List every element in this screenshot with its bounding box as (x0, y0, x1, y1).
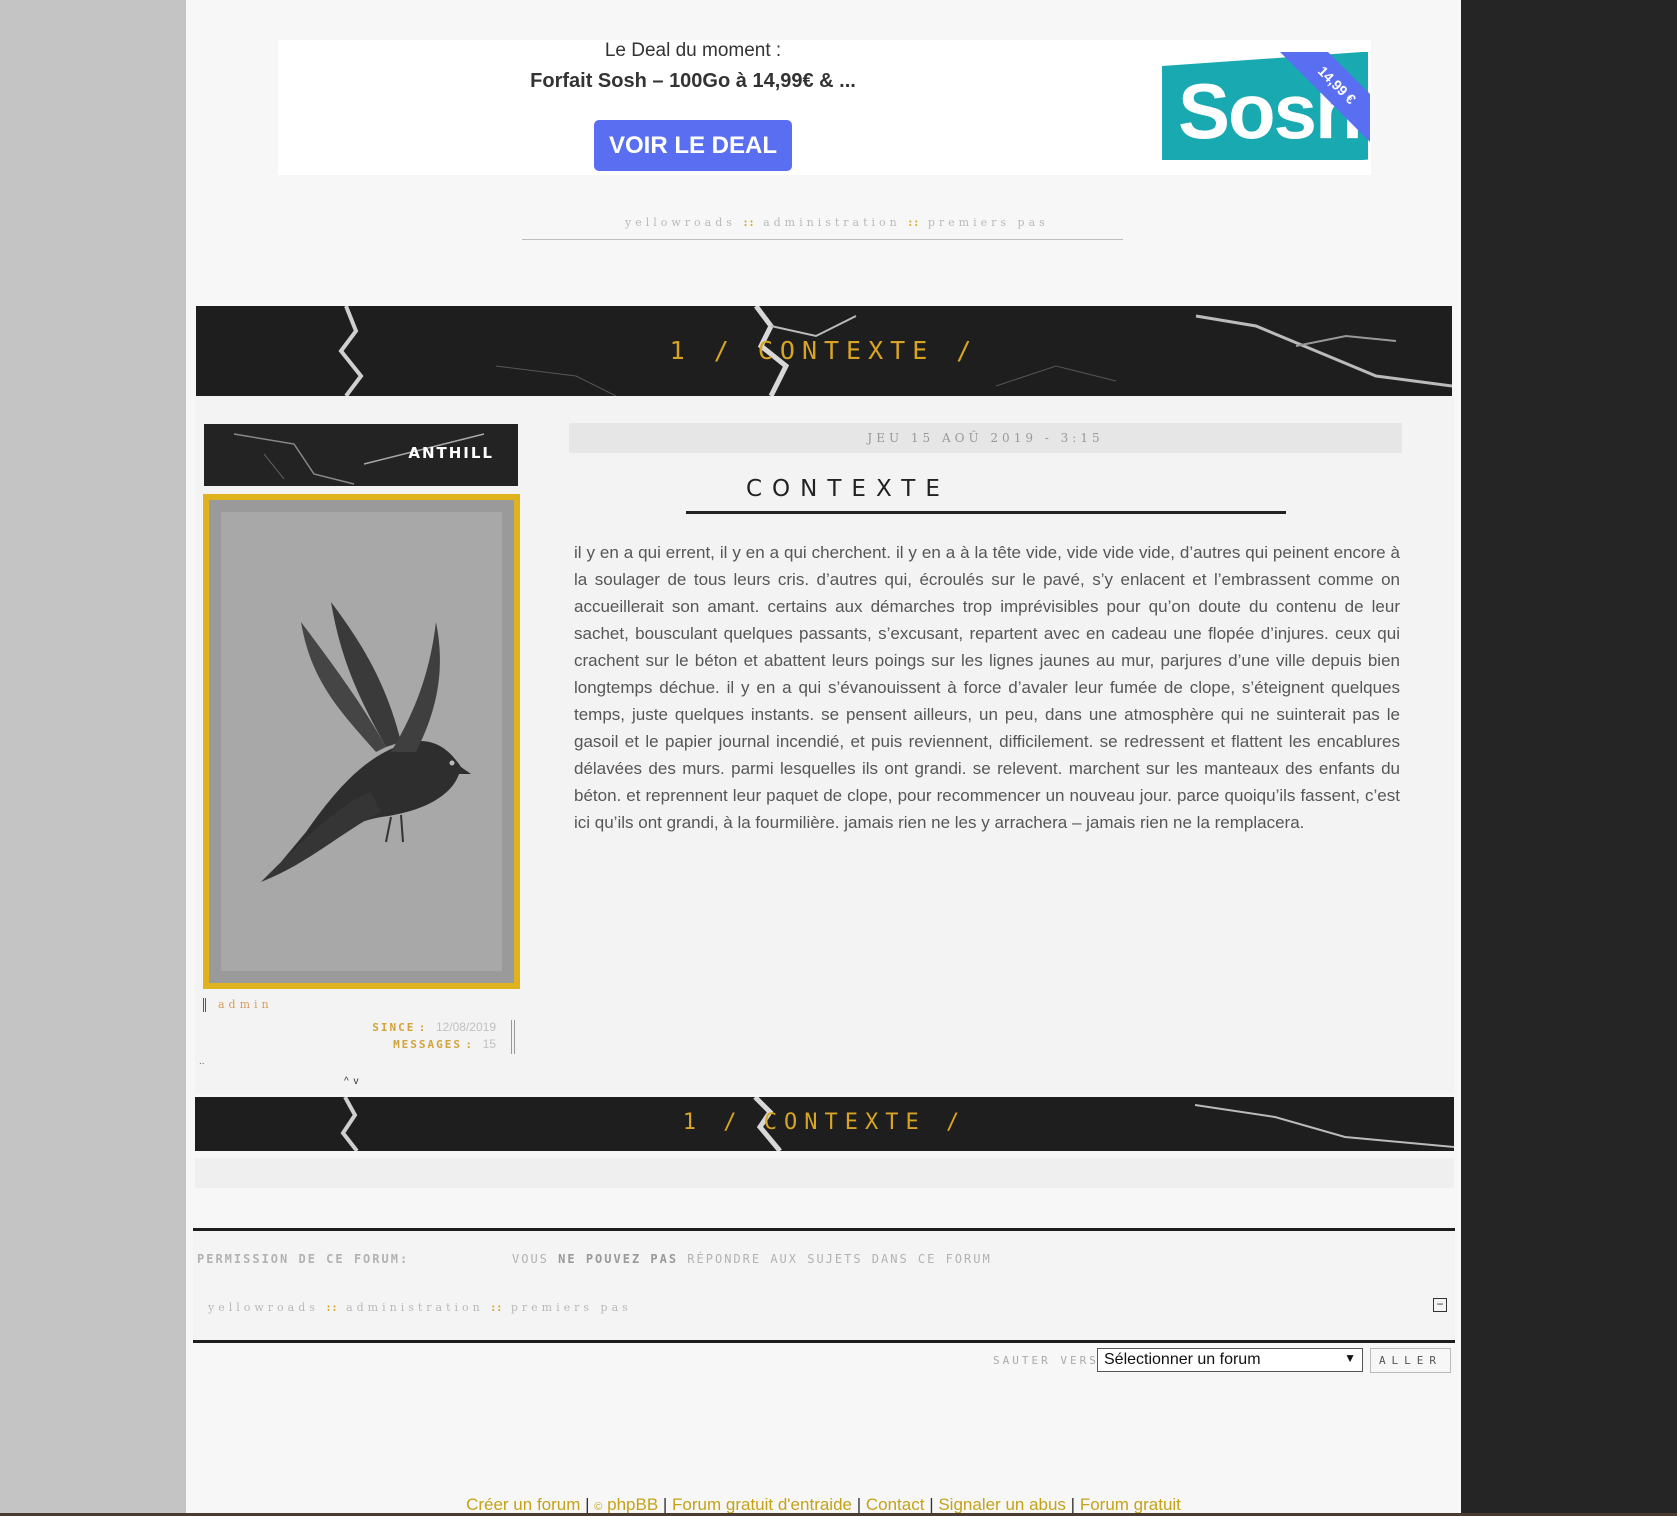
footer-help-forum[interactable]: Forum gratuit d'entraide (672, 1495, 852, 1514)
bird-icon (261, 602, 471, 882)
forum-jump-select[interactable]: Sélectionner un forum ▼ (1097, 1348, 1363, 1372)
sosh-logo[interactable]: Sosh 14,99 € (1162, 52, 1370, 160)
since-label: SINCE (372, 1021, 416, 1034)
footer-phpbb[interactable]: phpBB (607, 1495, 658, 1514)
since-value: 12/08/2019 (435, 1020, 496, 1034)
messages-stat: MESSAGES : 15 (393, 1037, 496, 1051)
jump-label: SAUTER VERS: (993, 1354, 1109, 1367)
topic-title-bottom: 1 / CONTEXTE / (682, 1110, 967, 1135)
permissions-text: VOUS NE POUVEZ PAS RÉPONDRE AUX SUJETS D… (512, 1252, 992, 1266)
breadcrumb-bottom: yellowroads :: administration :: premier… (208, 1301, 632, 1314)
author-name[interactable]: ANTHILL (408, 444, 494, 462)
user-rank: admin (218, 998, 273, 1011)
up-down-arrows-icon[interactable]: ^ v (344, 1076, 359, 1087)
messages-label: MESSAGES (393, 1038, 463, 1051)
topic-title: 1 / CONTEXTE / (669, 336, 979, 365)
breadcrumb-separator: :: (491, 1301, 504, 1314)
breadcrumb-administration[interactable]: administration (346, 1301, 484, 1314)
footer-create-forum[interactable]: Créer un forum (466, 1495, 580, 1514)
topic-banner: 1 / CONTEXTE / (196, 306, 1452, 396)
post-date: JEU 15 AOÛ 2019 - 3:15 (569, 423, 1402, 453)
ad-title[interactable]: Forfait Sosh – 100Go à 14,99€ & ... (278, 70, 1108, 93)
see-deal-button[interactable]: VOIR LE DEAL (594, 120, 792, 171)
breadcrumb-separator: :: (908, 216, 921, 229)
permissions-label: PERMISSION DE CE FORUM: (197, 1252, 410, 1266)
profile-header: ANTHILL (204, 424, 518, 486)
forum-page: Le Deal du moment : Forfait Sosh – 100Go… (186, 0, 1461, 1516)
profile-stats: SINCE : 12/08/2019 MESSAGES : 15 (336, 1020, 496, 1060)
rank-divider (203, 998, 206, 1012)
post-title-underline (686, 511, 1286, 514)
breadcrumb-premiers-pas[interactable]: premiers pas (928, 216, 1049, 229)
permissions-box: PERMISSION DE CE FORUM: VOUS NE POUVEZ P… (193, 1228, 1455, 1343)
breadcrumb-administration[interactable]: administration (763, 216, 901, 229)
signature-dots: .. (199, 1056, 205, 1067)
post-title: CONTEXTE (746, 476, 950, 502)
breadcrumb: yellowroads :: administration :: premier… (625, 216, 1049, 229)
footer-free-forum[interactable]: Forum gratuit (1080, 1495, 1181, 1514)
ad-caption: Le Deal du moment : (604, 40, 782, 61)
post-footer-strip (195, 1158, 1454, 1188)
breadcrumb-home[interactable]: yellowroads (625, 216, 736, 229)
breadcrumb-separator: :: (326, 1301, 339, 1314)
footer-links: Créer un forum | © phpBB | Forum gratuit… (466, 1495, 1181, 1514)
breadcrumb-premiers-pas[interactable]: premiers pas (511, 1301, 632, 1314)
topic-banner-bottom: 1 / CONTEXTE / (195, 1097, 1454, 1151)
jump-go-button[interactable]: ALLER (1370, 1348, 1451, 1373)
post-body: il y en a qui errent, il y en a qui cher… (574, 543, 1400, 832)
bird-illustration (221, 512, 502, 971)
footer-report-abuse[interactable]: Signaler un abus (938, 1495, 1066, 1514)
footer-contact[interactable]: Contact (866, 1495, 925, 1514)
copyright-icon: © (594, 1501, 603, 1513)
chevron-down-icon: ▼ (1344, 1351, 1356, 1365)
avatar[interactable] (203, 494, 520, 989)
breadcrumb-separator: :: (743, 216, 756, 229)
stats-divider (511, 1020, 515, 1054)
breadcrumb-home[interactable]: yellowroads (208, 1301, 319, 1314)
right-gutter (1461, 0, 1677, 1516)
left-gutter (0, 0, 186, 1516)
forum-jump-value: Sélectionner un forum (1104, 1351, 1261, 1368)
since-stat: SINCE : 12/08/2019 (372, 1020, 496, 1034)
breadcrumb-divider (522, 239, 1123, 240)
collapse-icon[interactable]: − (1433, 1298, 1447, 1312)
messages-value: 15 (482, 1037, 496, 1051)
deal-ad[interactable]: Le Deal du moment : Forfait Sosh – 100Go… (278, 40, 1371, 175)
